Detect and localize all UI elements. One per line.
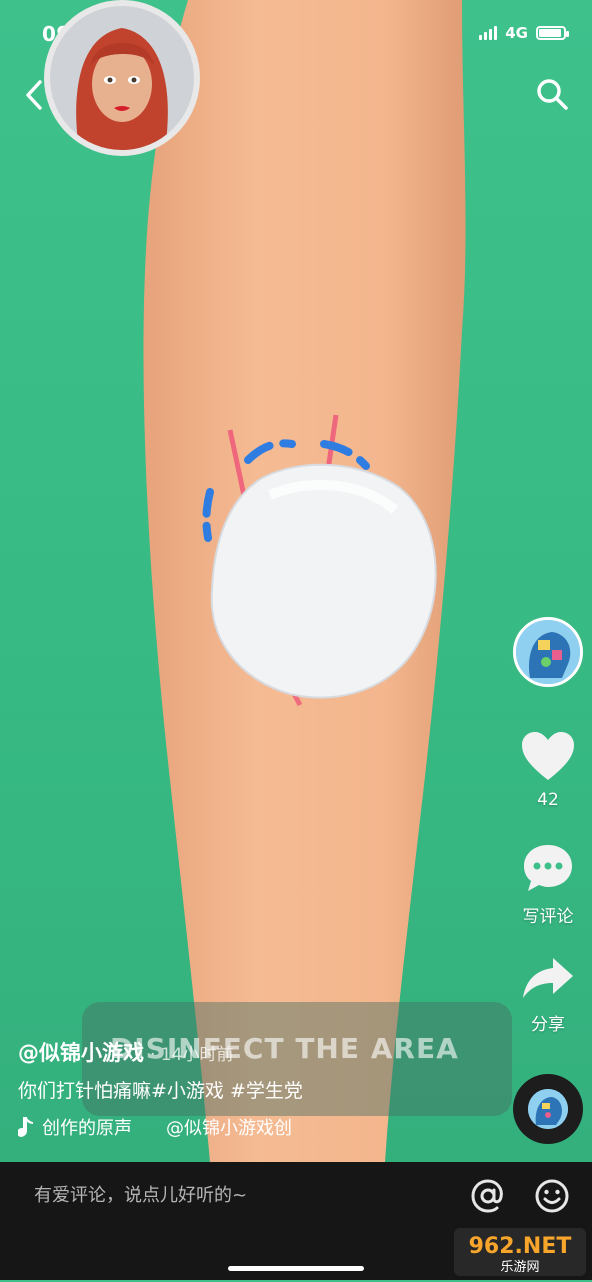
heart-icon [522, 732, 574, 780]
music-note-icon [18, 1117, 34, 1137]
status-indicators: 4G [479, 24, 569, 42]
comment-label: 写评论 [522, 907, 574, 927]
signal-icon [479, 26, 498, 40]
share-icon [523, 958, 573, 998]
video-player[interactable] [0, 0, 592, 1162]
search-button[interactable] [534, 76, 570, 112]
music-disc-cover [528, 1089, 568, 1129]
comment-button[interactable]: 写评论 [508, 842, 588, 927]
back-icon [26, 80, 42, 110]
home-indicator[interactable] [228, 1266, 364, 1271]
network-type: 4G [505, 24, 528, 42]
mention-button[interactable] [470, 1178, 506, 1214]
site-watermark: 962.NET 乐游网 [452, 1226, 588, 1278]
share-button[interactable]: 分享 [508, 954, 588, 1035]
post-description: 你们打针怕痛嘛#小游戏 #学生党 [18, 1080, 303, 1102]
at-icon [471, 1179, 503, 1213]
watermark-sub: 乐游网 [500, 1260, 539, 1275]
post-author[interactable]: @似锦小游戏 [18, 1041, 144, 1065]
search-icon [537, 79, 568, 110]
battery-icon [536, 26, 569, 40]
comment-input[interactable] [32, 1184, 436, 1207]
post-time: · 14小时前 [150, 1045, 234, 1065]
video-frame-arm [143, 0, 466, 1162]
like-button[interactable]: 42 [508, 730, 588, 810]
music-title: 创作的原声 [42, 1118, 132, 1139]
comment-icon [524, 845, 572, 891]
share-label: 分享 [531, 1015, 565, 1035]
music-info[interactable]: 创作的原声 @似锦小游戏创 [18, 1114, 292, 1140]
watermark-main: 962.NET [469, 1234, 572, 1259]
post-author-line: @似锦小游戏 · 14小时前 [18, 1037, 233, 1067]
music-disc[interactable] [513, 1074, 583, 1144]
game-character-avatar [44, 0, 200, 156]
creator-avatar[interactable] [513, 617, 583, 687]
back-button[interactable] [20, 78, 50, 112]
music-author: @似锦小游戏创 [166, 1118, 292, 1139]
emoji-button[interactable] [534, 1178, 570, 1214]
emoji-icon [535, 1179, 569, 1213]
like-count: 42 [537, 790, 559, 810]
